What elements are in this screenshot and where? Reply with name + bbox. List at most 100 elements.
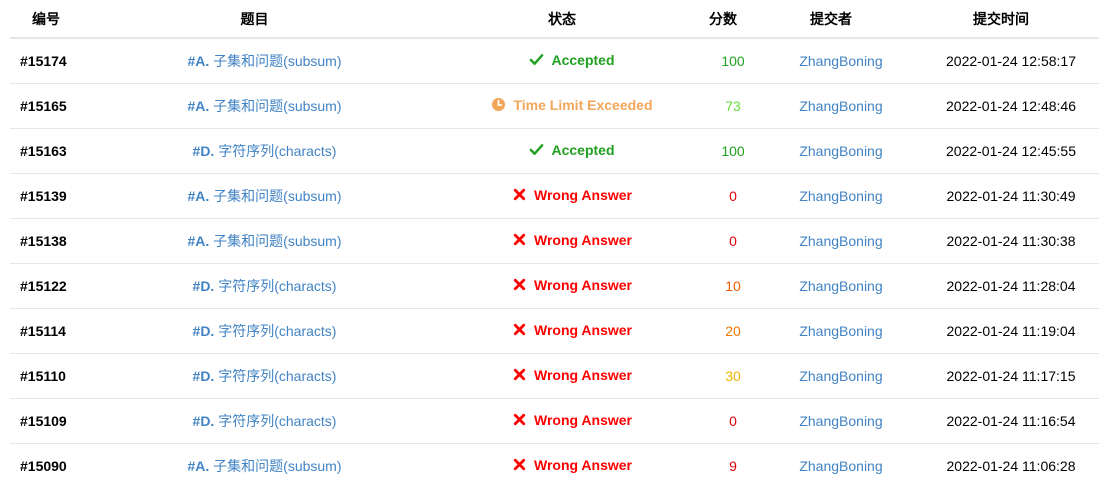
header-submitter: 提交者 <box>810 10 852 27</box>
problem-link[interactable]: #D. 字符序列(characts) <box>92 411 437 431</box>
submissions-table: 编号 题目 状态 分数 提交者 提交时间 #15174 #A. 子集和问题(su… <box>10 0 1099 488</box>
problem-link[interactable]: #A. 子集和问题(subsum) <box>92 231 437 251</box>
submitter-link[interactable]: ZhangBoning <box>759 368 923 384</box>
problem-title: 字符序列(characts) <box>218 368 337 384</box>
submitter-link[interactable]: ZhangBoning <box>759 143 923 159</box>
submission-id-link[interactable]: #15109 <box>10 413 92 429</box>
status-link[interactable]: Wrong Answer <box>437 322 707 341</box>
status-text: Wrong Answer <box>533 276 632 293</box>
problem-title: 子集和问题(subsum) <box>213 53 342 69</box>
submission-id: #15122 <box>20 278 67 294</box>
submission-id-link[interactable]: #15174 <box>10 53 92 69</box>
status-link[interactable]: Accepted <box>437 142 707 161</box>
submit-time: 2022-01-24 11:06:28 <box>946 458 1076 474</box>
submission-id-link[interactable]: #15090 <box>10 458 92 474</box>
status-link[interactable]: Wrong Answer <box>437 412 707 431</box>
problem-prefix: #A. <box>187 458 210 474</box>
status-link[interactable]: Wrong Answer <box>437 232 707 251</box>
submitter-link[interactable]: ZhangBoning <box>759 458 923 474</box>
submit-time: 2022-01-24 11:30:49 <box>946 188 1076 204</box>
problem-link[interactable]: #D. 字符序列(characts) <box>92 276 437 296</box>
submission-id: #15138 <box>20 233 67 249</box>
submission-id: #15114 <box>20 323 66 339</box>
submission-id: #15163 <box>20 143 67 159</box>
status-link[interactable]: Accepted <box>437 52 707 71</box>
cross-icon <box>512 277 527 292</box>
submission-id: #15110 <box>20 368 66 384</box>
problem-link[interactable]: #D. 字符序列(characts) <box>92 321 437 341</box>
problem-title: 子集和问题(subsum) <box>213 233 342 249</box>
table-row: #15163 #D. 字符序列(characts) Accepted 100 Z… <box>10 128 1099 173</box>
submission-id: #15174 <box>20 53 67 69</box>
problem-link[interactable]: #A. 子集和问题(subsum) <box>92 186 437 206</box>
cross-icon <box>512 322 527 337</box>
problem-link[interactable]: #A. 子集和问题(subsum) <box>92 96 437 116</box>
submission-id-link[interactable]: #15110 <box>10 368 92 384</box>
submission-id-link[interactable]: #15122 <box>10 278 92 294</box>
submitter-link[interactable]: ZhangBoning <box>759 188 923 204</box>
table-body: #15174 #A. 子集和问题(subsum) Accepted 100 Zh… <box>10 38 1099 488</box>
table-row: #15165 #A. 子集和问题(subsum) Time Limit Exce… <box>10 83 1099 128</box>
submitter-link[interactable]: ZhangBoning <box>759 278 923 294</box>
status-text: Wrong Answer <box>533 321 632 338</box>
status-link[interactable]: Wrong Answer <box>437 277 707 296</box>
submission-id: #15139 <box>20 188 67 204</box>
submitter-link[interactable]: ZhangBoning <box>759 323 923 339</box>
header-problem: 题目 <box>240 10 269 27</box>
submit-time: 2022-01-24 12:58:17 <box>946 53 1076 69</box>
problem-title: 字符序列(characts) <box>218 278 337 294</box>
problem-link[interactable]: #D. 字符序列(characts) <box>92 366 437 386</box>
status-link[interactable]: Wrong Answer <box>437 457 707 476</box>
table-row: #15109 #D. 字符序列(characts) Wrong Answer 0… <box>10 398 1099 443</box>
table-row: #15114 #D. 字符序列(characts) Wrong Answer 2… <box>10 308 1099 353</box>
status-link[interactable]: Wrong Answer <box>437 187 707 206</box>
problem-prefix: #D. <box>192 368 215 384</box>
score-value: 10 <box>725 278 741 294</box>
score-value: 20 <box>725 323 741 339</box>
table-row: #15174 #A. 子集和问题(subsum) Accepted 100 Zh… <box>10 38 1099 83</box>
header-id: 编号 <box>32 10 60 27</box>
score-value: 0 <box>729 233 737 249</box>
cross-icon <box>512 367 527 382</box>
submission-id-link[interactable]: #15163 <box>10 143 92 159</box>
submit-time: 2022-01-24 11:28:04 <box>946 278 1076 294</box>
submit-time: 2022-01-24 11:19:04 <box>946 323 1076 339</box>
score-value: 0 <box>729 413 737 429</box>
submission-id-link[interactable]: #15138 <box>10 233 92 249</box>
submitter-link[interactable]: ZhangBoning <box>759 233 923 249</box>
submission-id-link[interactable]: #15114 <box>10 323 92 339</box>
status-text: Time Limit Exceeded <box>513 96 653 113</box>
cross-icon <box>512 412 527 427</box>
problem-prefix: #D. <box>192 323 215 339</box>
submission-id-link[interactable]: #15139 <box>10 188 92 204</box>
cross-icon <box>512 232 527 247</box>
submission-id: #15109 <box>20 413 67 429</box>
score-value: 0 <box>729 188 737 204</box>
status-text: Accepted <box>551 141 615 158</box>
submit-time: 2022-01-24 11:16:54 <box>946 413 1076 429</box>
clock-icon <box>491 97 506 112</box>
status-text: Wrong Answer <box>533 411 632 428</box>
problem-prefix: #A. <box>187 53 210 69</box>
problem-title: 字符序列(characts) <box>218 323 337 339</box>
submit-time: 2022-01-24 12:45:55 <box>946 143 1076 159</box>
problem-link[interactable]: #D. 字符序列(characts) <box>92 141 437 161</box>
score-value: 9 <box>729 458 737 474</box>
submission-id: #15165 <box>20 98 67 114</box>
status-text: Wrong Answer <box>533 186 632 203</box>
header-score: 分数 <box>709 10 737 27</box>
submitter-link[interactable]: ZhangBoning <box>759 98 923 114</box>
table-row: #15122 #D. 字符序列(characts) Wrong Answer 1… <box>10 263 1099 308</box>
status-text: Wrong Answer <box>533 456 632 473</box>
submission-id-link[interactable]: #15165 <box>10 98 92 114</box>
submitter-link[interactable]: ZhangBoning <box>759 413 923 429</box>
problem-prefix: #D. <box>192 278 215 294</box>
status-link[interactable]: Wrong Answer <box>437 367 707 386</box>
status-text: Wrong Answer <box>533 231 632 248</box>
problem-link[interactable]: #A. 子集和问题(subsum) <box>92 456 437 476</box>
score-value: 30 <box>725 368 741 384</box>
submitter-link[interactable]: ZhangBoning <box>759 53 923 69</box>
score-value: 100 <box>721 53 745 69</box>
status-link[interactable]: Time Limit Exceeded <box>437 97 707 116</box>
problem-link[interactable]: #A. 子集和问题(subsum) <box>92 51 437 71</box>
